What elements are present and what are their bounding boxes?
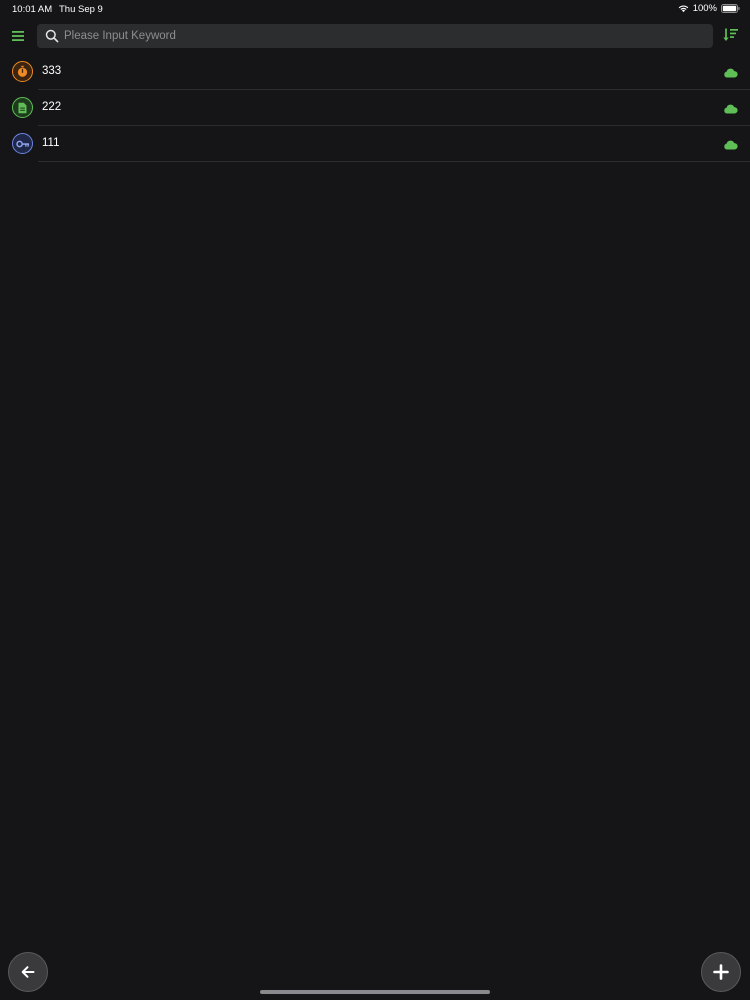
hamburger-menu-icon[interactable] xyxy=(11,28,27,44)
key-icon xyxy=(12,133,33,154)
item-label: 111 xyxy=(42,137,60,149)
status-date: Thu Sep 9 xyxy=(59,4,103,15)
item-label: 222 xyxy=(42,101,62,113)
document-icon xyxy=(12,97,33,118)
wifi-icon xyxy=(678,4,689,13)
item-label: 333 xyxy=(42,65,62,77)
stopwatch-icon xyxy=(12,61,33,82)
top-bar xyxy=(0,22,750,50)
divider xyxy=(38,161,750,162)
cloud-synced-icon xyxy=(723,66,738,78)
cloud-synced-icon xyxy=(723,138,738,150)
list-item[interactable]: 222 xyxy=(0,90,750,126)
plus-icon xyxy=(713,964,729,980)
sort-icon[interactable] xyxy=(722,26,740,44)
status-time: 10:01 AM xyxy=(12,4,53,15)
back-button[interactable] xyxy=(8,952,48,992)
status-indicators: 100% xyxy=(678,3,740,14)
item-list: 333 222 111 xyxy=(0,54,750,162)
arrow-left-icon xyxy=(20,964,36,980)
battery-percent: 100% xyxy=(692,3,717,14)
cloud-synced-icon xyxy=(723,102,738,114)
list-item[interactable]: 111 xyxy=(0,126,750,162)
add-button[interactable] xyxy=(701,952,741,992)
battery-icon xyxy=(721,4,740,13)
search-icon xyxy=(37,29,59,43)
home-indicator xyxy=(260,990,490,994)
status-bar: 10:01 AM Thu Sep 9 100% xyxy=(0,0,750,18)
search-input[interactable] xyxy=(64,30,713,42)
search-box[interactable] xyxy=(37,24,713,48)
list-item[interactable]: 333 xyxy=(0,54,750,90)
